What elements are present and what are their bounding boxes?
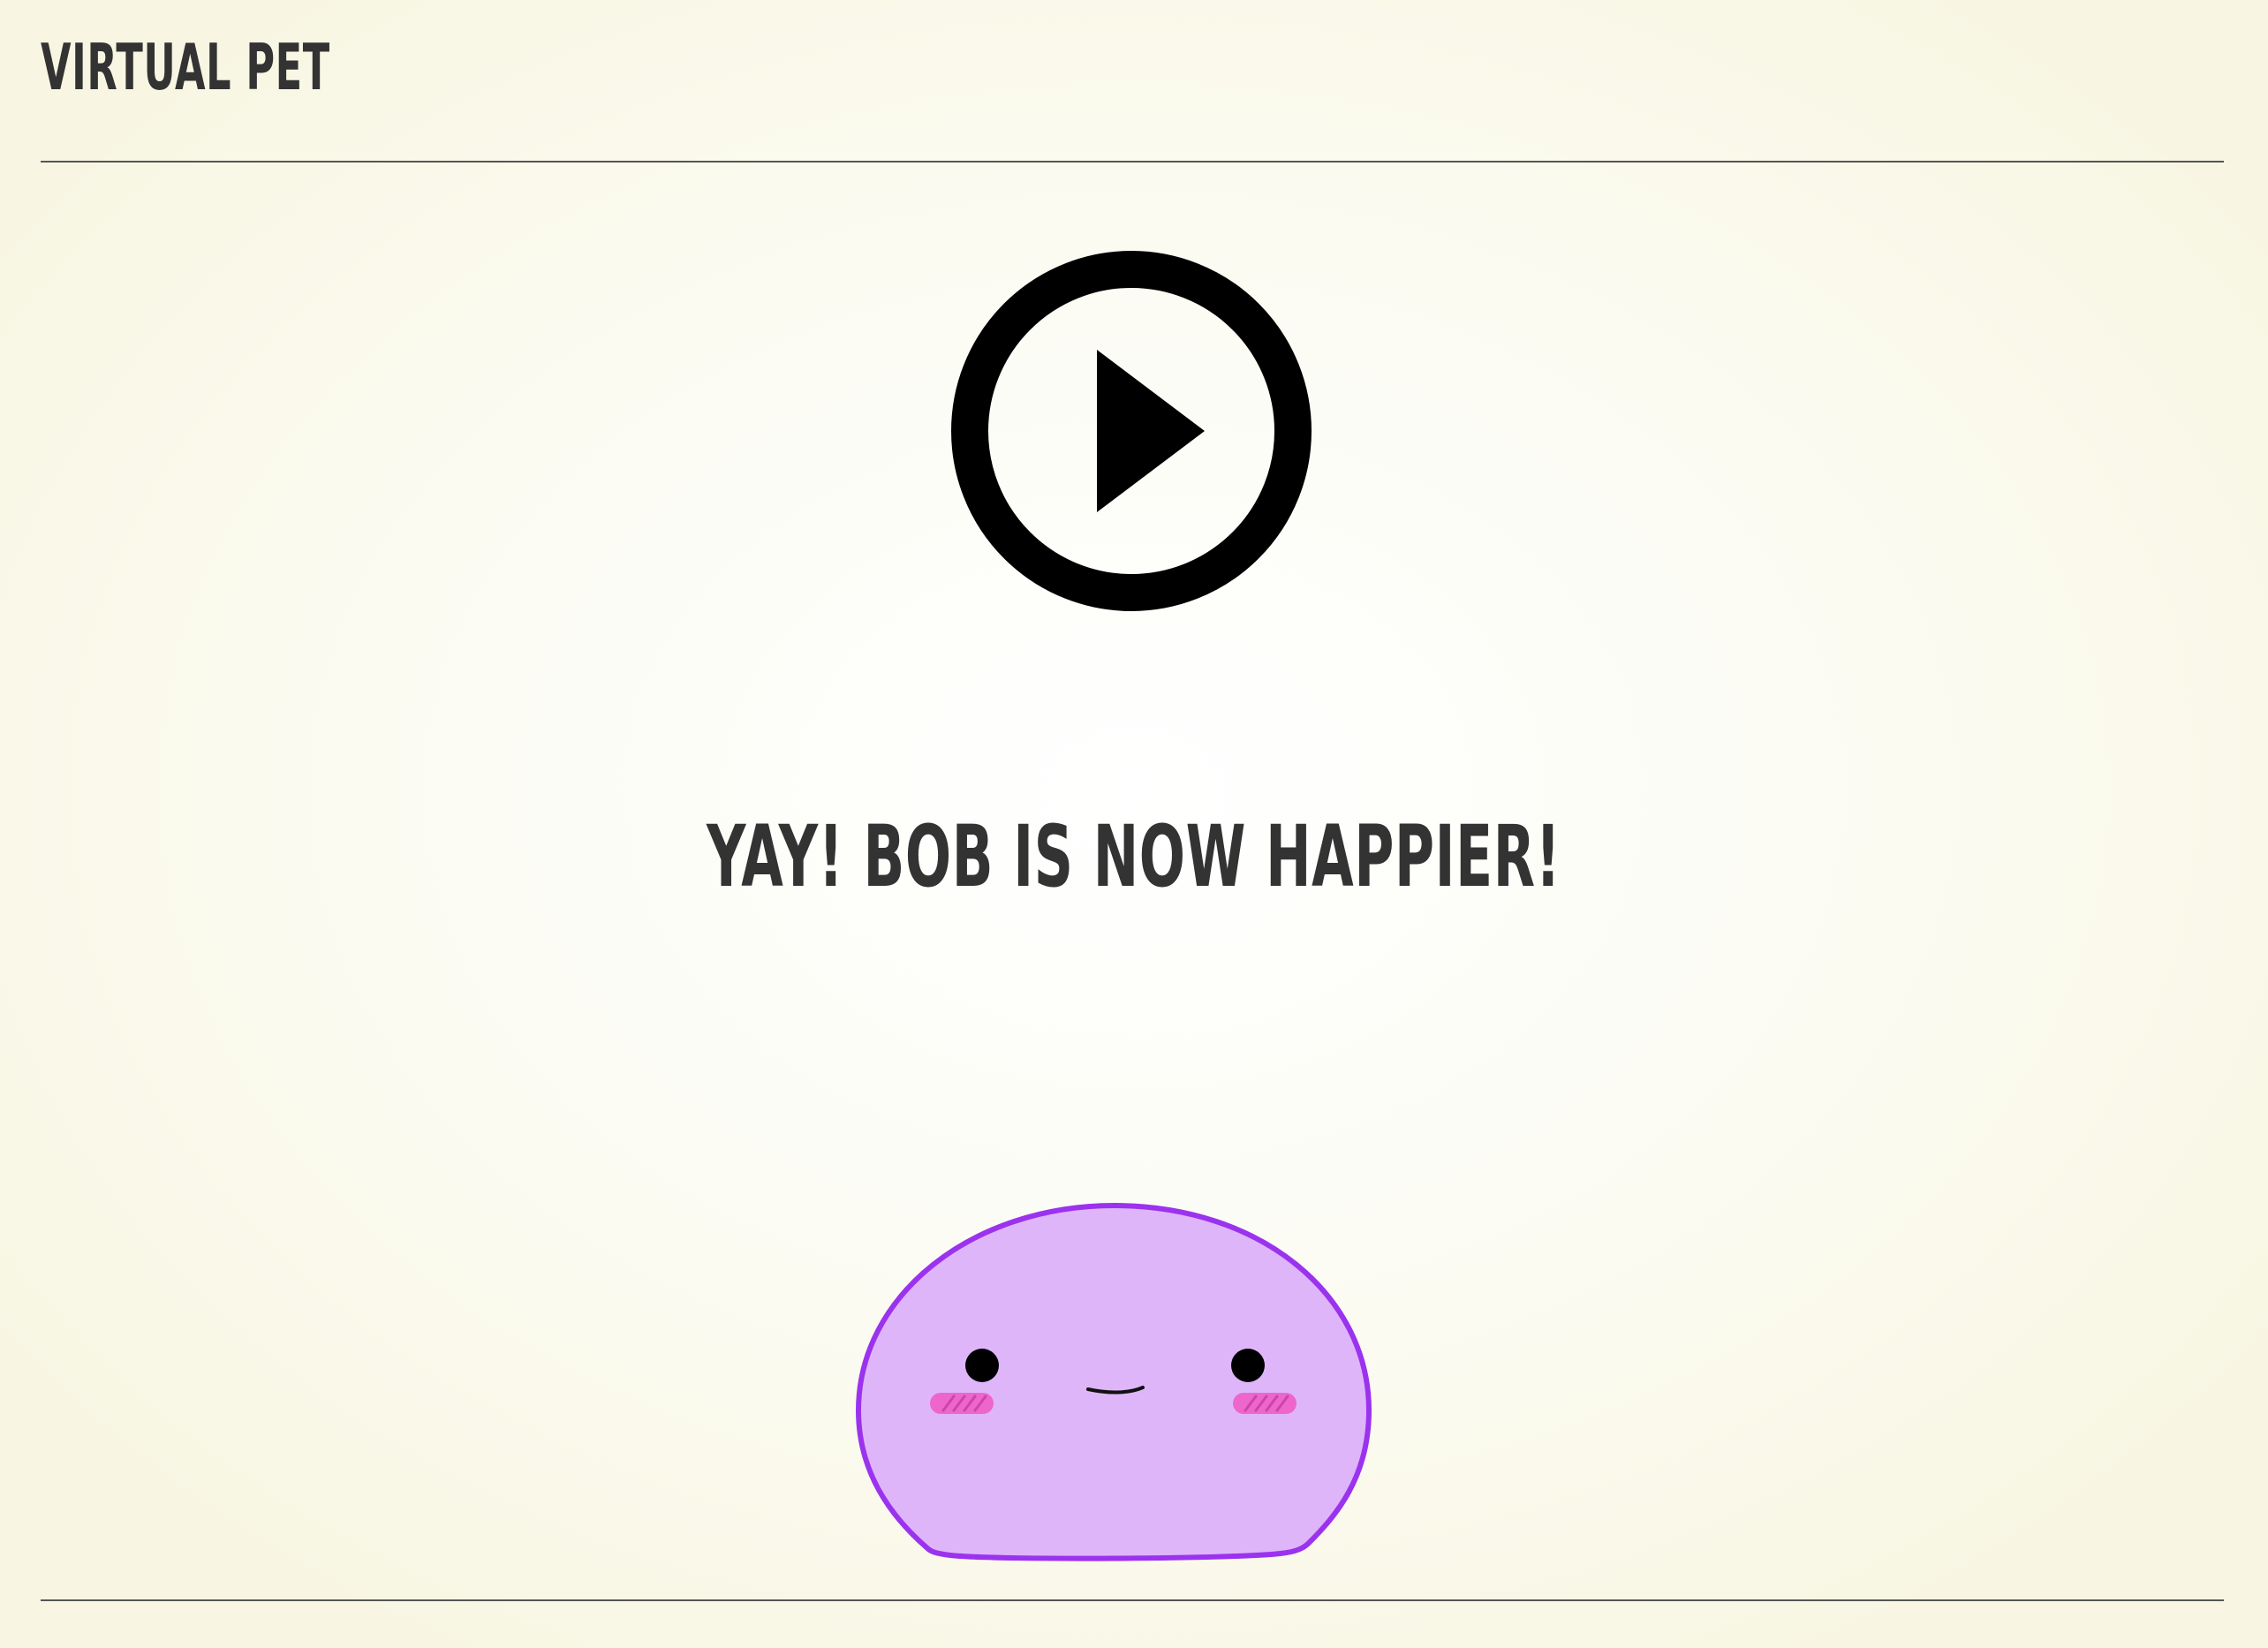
pet-left-eye [965, 1349, 999, 1382]
play-button[interactable] [949, 249, 1313, 613]
pet-right-eye [1231, 1349, 1265, 1382]
app-title: VIRTUAL PET [41, 30, 330, 104]
status-message-container: YAY! BOB IS NOW HAPPIER! [0, 808, 2268, 905]
play-circle-icon [951, 251, 1312, 611]
pet-right-blush [1233, 1393, 1297, 1414]
footer-divider [41, 1599, 2224, 1601]
header-divider [41, 161, 2224, 163]
pet-body [856, 1203, 1372, 1561]
blob-pet-icon [856, 1203, 1372, 1561]
pet-bob[interactable] [848, 1197, 1378, 1568]
pet-left-blush [930, 1393, 994, 1414]
status-message: YAY! BOB IS NOW HAPPIER! [707, 807, 1561, 906]
